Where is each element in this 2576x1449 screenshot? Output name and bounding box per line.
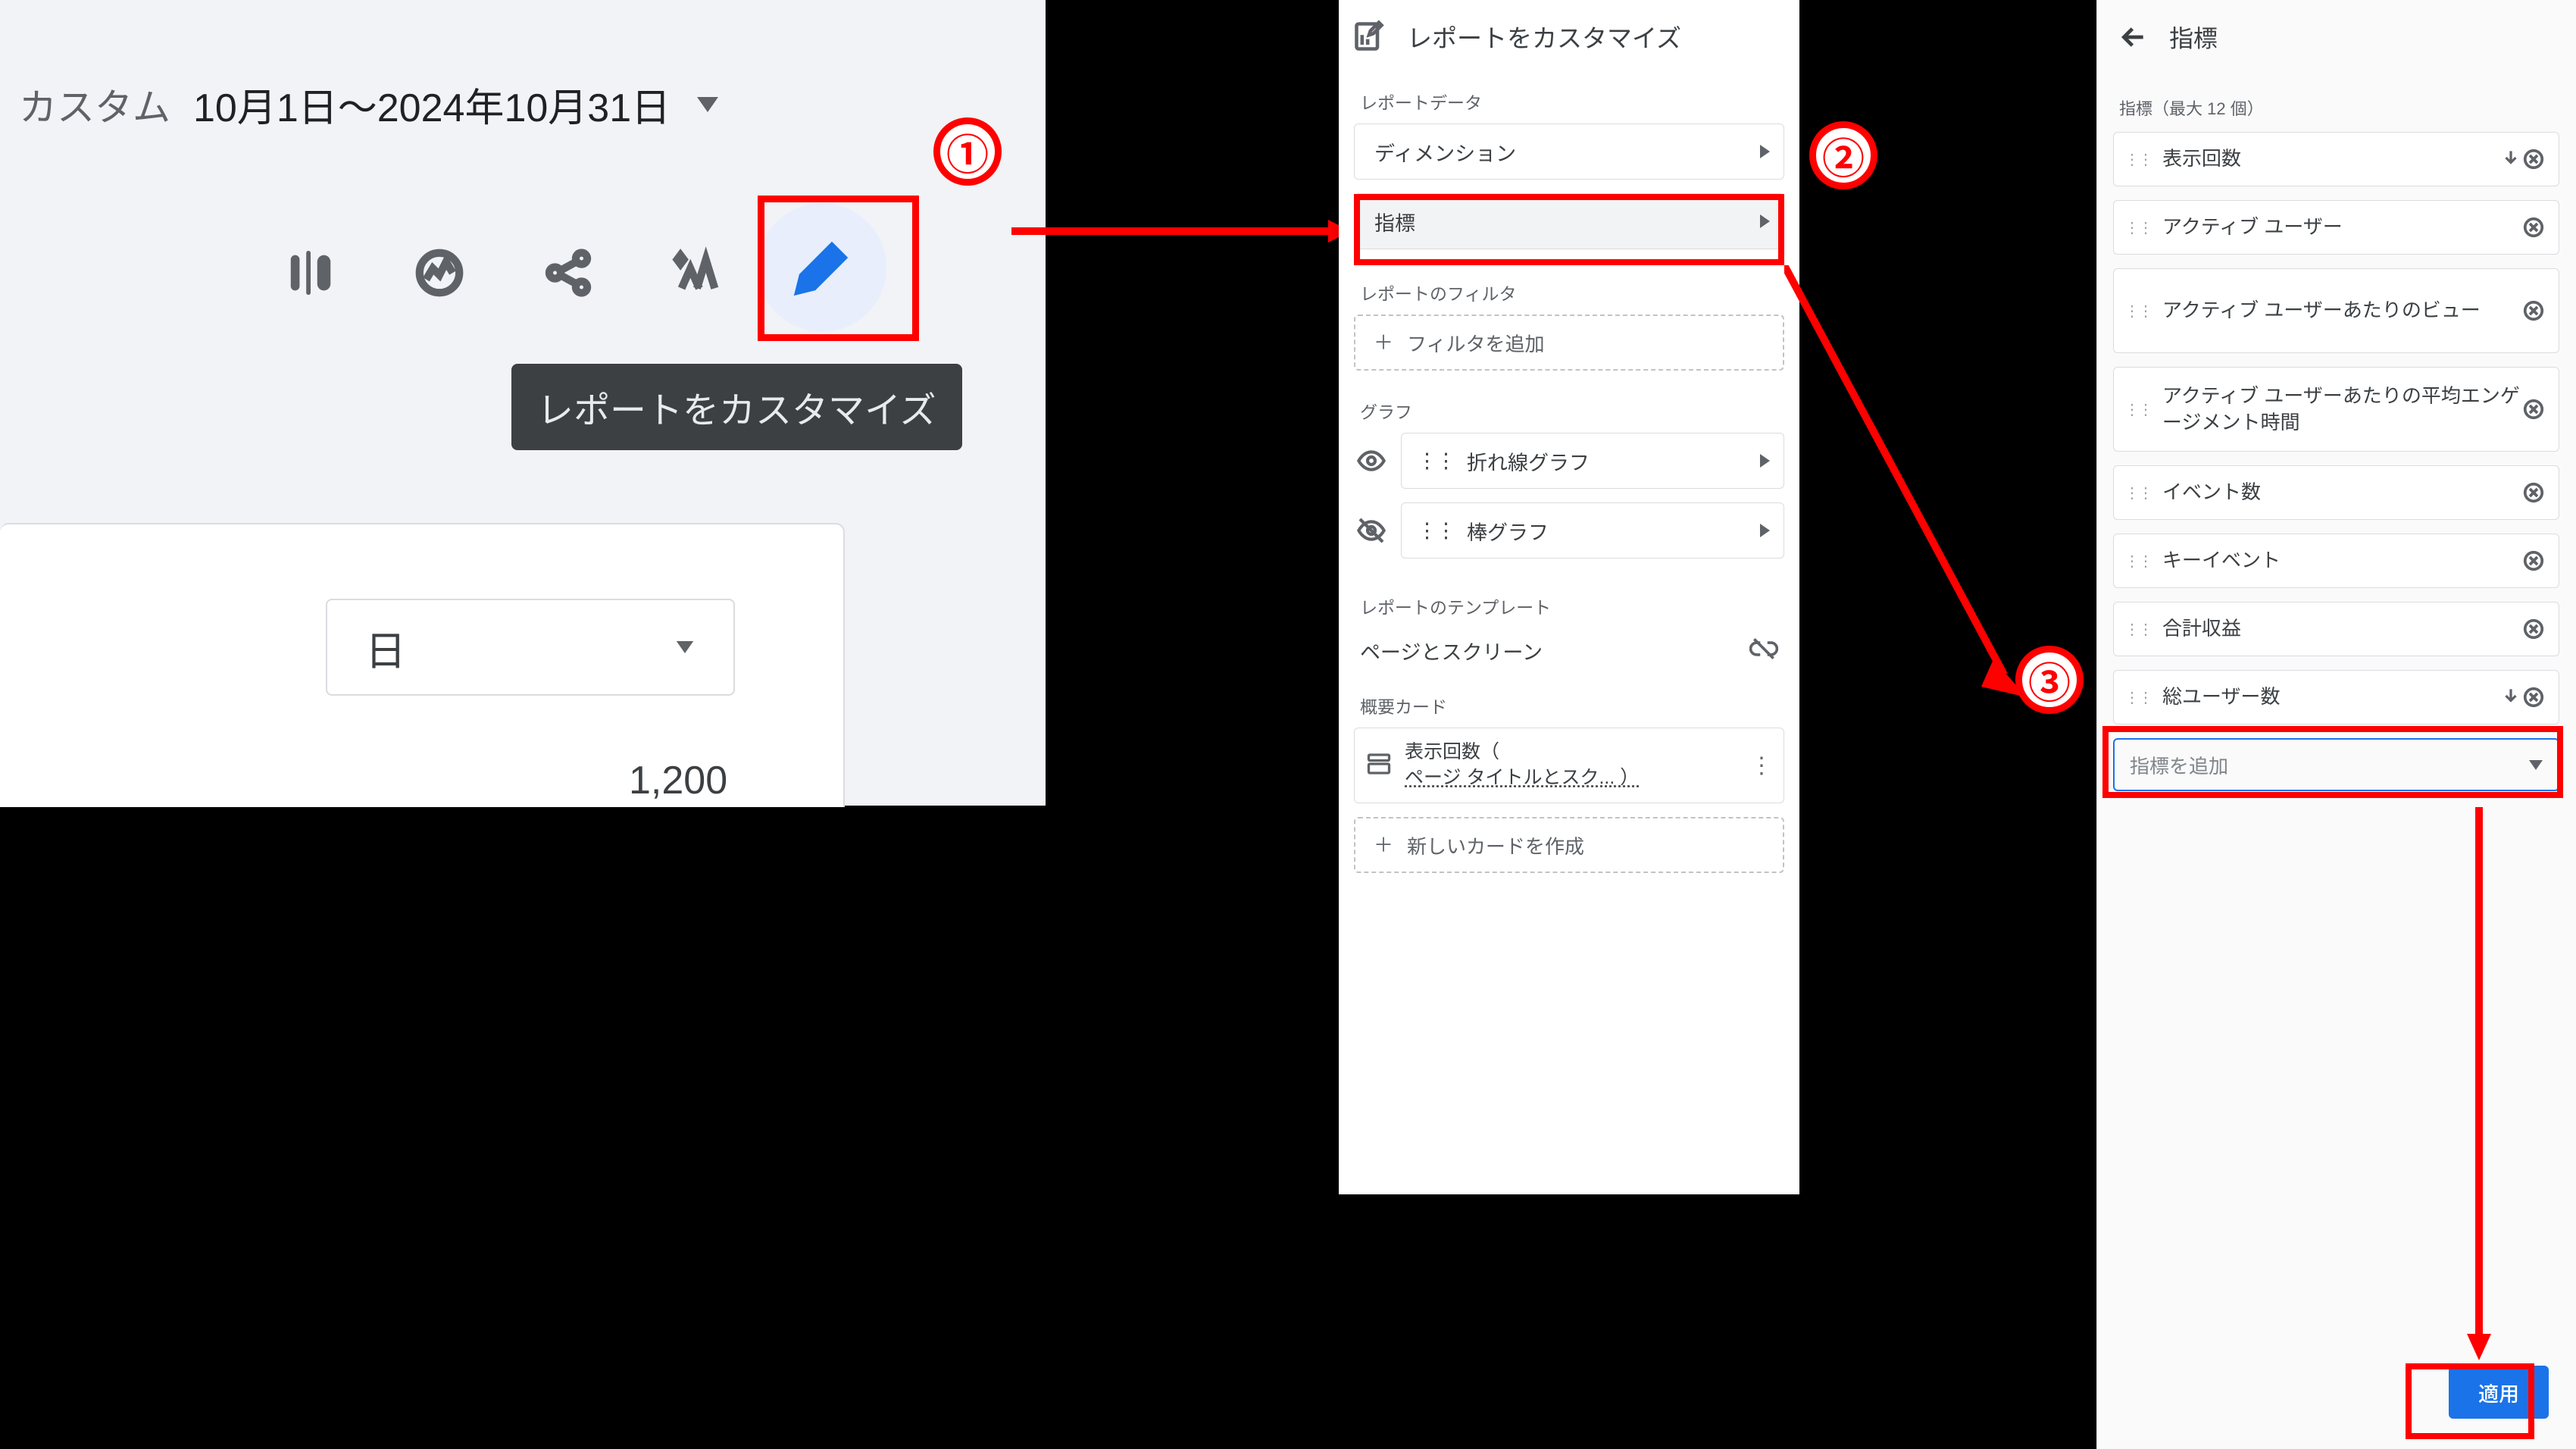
- chevron-right-icon: [1760, 524, 1770, 537]
- template-value: ページとスクリーン: [1360, 636, 1543, 665]
- sort-desc-icon: [2501, 148, 2521, 171]
- granularity-value: 日: [365, 618, 406, 678]
- drag-handle-icon[interactable]: ⋮⋮: [2124, 484, 2152, 502]
- add-filter-button[interactable]: ＋ フィルタを追加: [1354, 315, 1784, 371]
- report-toolbar: [280, 243, 727, 303]
- metric-label: アクティブ ユーザー: [2162, 214, 2521, 240]
- metric-row[interactable]: ⋮⋮ 総ユーザー数: [2113, 670, 2559, 724]
- annotation-badge-2: ②: [1809, 121, 1877, 189]
- drag-handle-icon[interactable]: ⋮⋮: [1417, 519, 1455, 543]
- metrics-panel-title: 指標: [2169, 20, 2218, 55]
- share-icon[interactable]: [538, 243, 599, 303]
- chevron-right-icon: [1760, 145, 1770, 158]
- date-range-prefix: カスタム: [19, 77, 170, 132]
- remove-metric-button[interactable]: [2521, 396, 2546, 422]
- chart-line-item[interactable]: ⋮⋮ 折れ線グラフ: [1401, 433, 1784, 489]
- annotation-highlight-apply: [2406, 1363, 2534, 1439]
- compare-icon[interactable]: [280, 243, 341, 303]
- unlink-template-button[interactable]: [1749, 634, 1778, 667]
- section-report-data-label: レポートデータ: [1339, 72, 1799, 124]
- remove-metric-button[interactable]: [2521, 480, 2546, 505]
- chevron-right-icon: [1760, 454, 1770, 468]
- summary-card-text: 表示回数（ページ タイトルとスク... ）: [1405, 740, 1738, 791]
- section-cards-label: 概要カード: [1339, 673, 1799, 728]
- remove-metric-button[interactable]: [2521, 146, 2546, 172]
- drag-handle-icon[interactable]: ⋮⋮: [2124, 552, 2152, 571]
- section-filter-label: レポートのフィルタ: [1339, 263, 1799, 315]
- metric-row[interactable]: ⋮⋮ アクティブ ユーザーあたりのビュー: [2113, 268, 2559, 353]
- date-range-picker[interactable]: 10月1日～2024年10月31日: [193, 76, 718, 133]
- annotation-highlight-2: [1354, 194, 1784, 265]
- chart-bar-row: ⋮⋮ 棒グラフ: [1354, 502, 1784, 559]
- metric-label: イベント数: [2162, 479, 2521, 505]
- metric-row[interactable]: ⋮⋮ キーイベント: [2113, 534, 2559, 588]
- customize-report-panel: レポートをカスタマイズ レポートデータ ディメンション 指標 レポートのフィルタ…: [1339, 0, 1799, 1194]
- metric-label: アクティブ ユーザーあたりの平均エンゲージメント時間: [2162, 383, 2521, 436]
- remove-metric-button[interactable]: [2521, 298, 2546, 324]
- insights-circle-icon[interactable]: [409, 243, 470, 303]
- report-header-area: カスタム 10月1日～2024年10月31日 レポートをカスタマイズ: [0, 0, 1046, 806]
- date-range-text: 10月1日～2024年10月31日: [193, 76, 671, 133]
- y-axis-tick-value: 1,200: [629, 758, 727, 803]
- visibility-off-icon[interactable]: [1354, 513, 1389, 548]
- caret-down-icon: [677, 641, 693, 653]
- summary-card-item[interactable]: 表示回数（ページ タイトルとスク... ） ⋮: [1354, 728, 1784, 803]
- metric-label: 表示回数: [2162, 146, 2492, 172]
- annotation-highlight-3: [2102, 726, 2563, 798]
- remove-metric-button[interactable]: [2521, 684, 2546, 710]
- dimensions-label: ディメンション: [1374, 137, 1516, 167]
- metric-row[interactable]: ⋮⋮ アクティブ ユーザー: [2113, 200, 2559, 255]
- drag-handle-icon[interactable]: ⋮⋮: [2124, 218, 2152, 237]
- report-edit-icon: [1352, 20, 1386, 53]
- metric-label: アクティブ ユーザーあたりのビュー: [2162, 297, 2521, 324]
- annotation-highlight-1: [758, 196, 919, 341]
- metric-label: 総ユーザー数: [2162, 684, 2492, 710]
- metric-label: 合計収益: [2162, 615, 2521, 642]
- create-new-card-label: 新しいカードを作成: [1407, 831, 1584, 859]
- metric-row[interactable]: ⋮⋮ イベント数: [2113, 465, 2559, 520]
- drag-handle-icon[interactable]: ⋮⋮: [2124, 620, 2152, 639]
- remove-metric-button[interactable]: [2521, 214, 2546, 240]
- panel-header: レポートをカスタマイズ: [1339, 0, 1799, 72]
- chart-bar-label: 棒グラフ: [1467, 516, 1549, 546]
- annotation-badge-1: ①: [933, 117, 1002, 186]
- annotation-arrow-2: [1784, 265, 2027, 705]
- plus-icon: ＋: [1374, 835, 1393, 855]
- granularity-select[interactable]: 日: [326, 599, 735, 696]
- metric-row[interactable]: ⋮⋮ 表示回数: [2113, 132, 2559, 186]
- metrics-panel-header: 指標: [2096, 0, 2576, 74]
- drag-handle-icon[interactable]: ⋮⋮: [1417, 449, 1455, 473]
- metrics-panel-subtitle: 指標（最大 12 個）: [2096, 74, 2576, 132]
- remove-metric-button[interactable]: [2521, 616, 2546, 642]
- plus-icon: ＋: [1374, 333, 1393, 352]
- metric-label: キーイベント: [2162, 547, 2521, 574]
- remove-metric-button[interactable]: [2521, 548, 2546, 574]
- sparkle-insights-icon[interactable]: [667, 243, 727, 303]
- section-chart-label: グラフ: [1339, 371, 1799, 433]
- customize-tooltip: レポートをカスタマイズ: [511, 364, 962, 450]
- chart-bar-item[interactable]: ⋮⋮ 棒グラフ: [1401, 502, 1784, 559]
- drag-handle-icon[interactable]: ⋮⋮: [2124, 688, 2152, 707]
- sort-desc-icon: [2501, 686, 2521, 709]
- visibility-on-icon[interactable]: [1354, 443, 1389, 478]
- metric-row[interactable]: ⋮⋮ 合計収益: [2113, 602, 2559, 656]
- panel-title: レポートをカスタマイズ: [1407, 18, 1681, 55]
- annotation-badge-3: ③: [2015, 646, 2084, 714]
- add-filter-label: フィルタを追加: [1407, 329, 1544, 357]
- metrics-panel: 指標 指標（最大 12 個） ⋮⋮ 表示回数 ⋮⋮ アクティブ ユーザー ⋮⋮ アクティブ…: [2096, 0, 2576, 1449]
- metric-row[interactable]: ⋮⋮ アクティブ ユーザーあたりの平均エンゲージメント時間: [2113, 367, 2559, 452]
- annotation-arrow-1: [1011, 220, 1351, 243]
- back-button[interactable]: [2118, 21, 2149, 53]
- drag-handle-icon[interactable]: ⋮⋮: [2124, 150, 2152, 169]
- card-icon: [1365, 750, 1393, 781]
- dimensions-row[interactable]: ディメンション: [1354, 124, 1784, 180]
- card-more-button[interactable]: ⋮: [1750, 753, 1773, 779]
- chart-line-row: ⋮⋮ 折れ線グラフ: [1354, 433, 1784, 489]
- caret-down-icon: [697, 97, 718, 112]
- create-new-card-button[interactable]: ＋ 新しいカードを作成: [1354, 817, 1784, 873]
- chart-line-label: 折れ線グラフ: [1467, 446, 1590, 476]
- drag-handle-icon[interactable]: ⋮⋮: [2124, 302, 2152, 321]
- drag-handle-icon[interactable]: ⋮⋮: [2124, 400, 2152, 419]
- section-template-label: レポートのテンプレート: [1339, 572, 1799, 628]
